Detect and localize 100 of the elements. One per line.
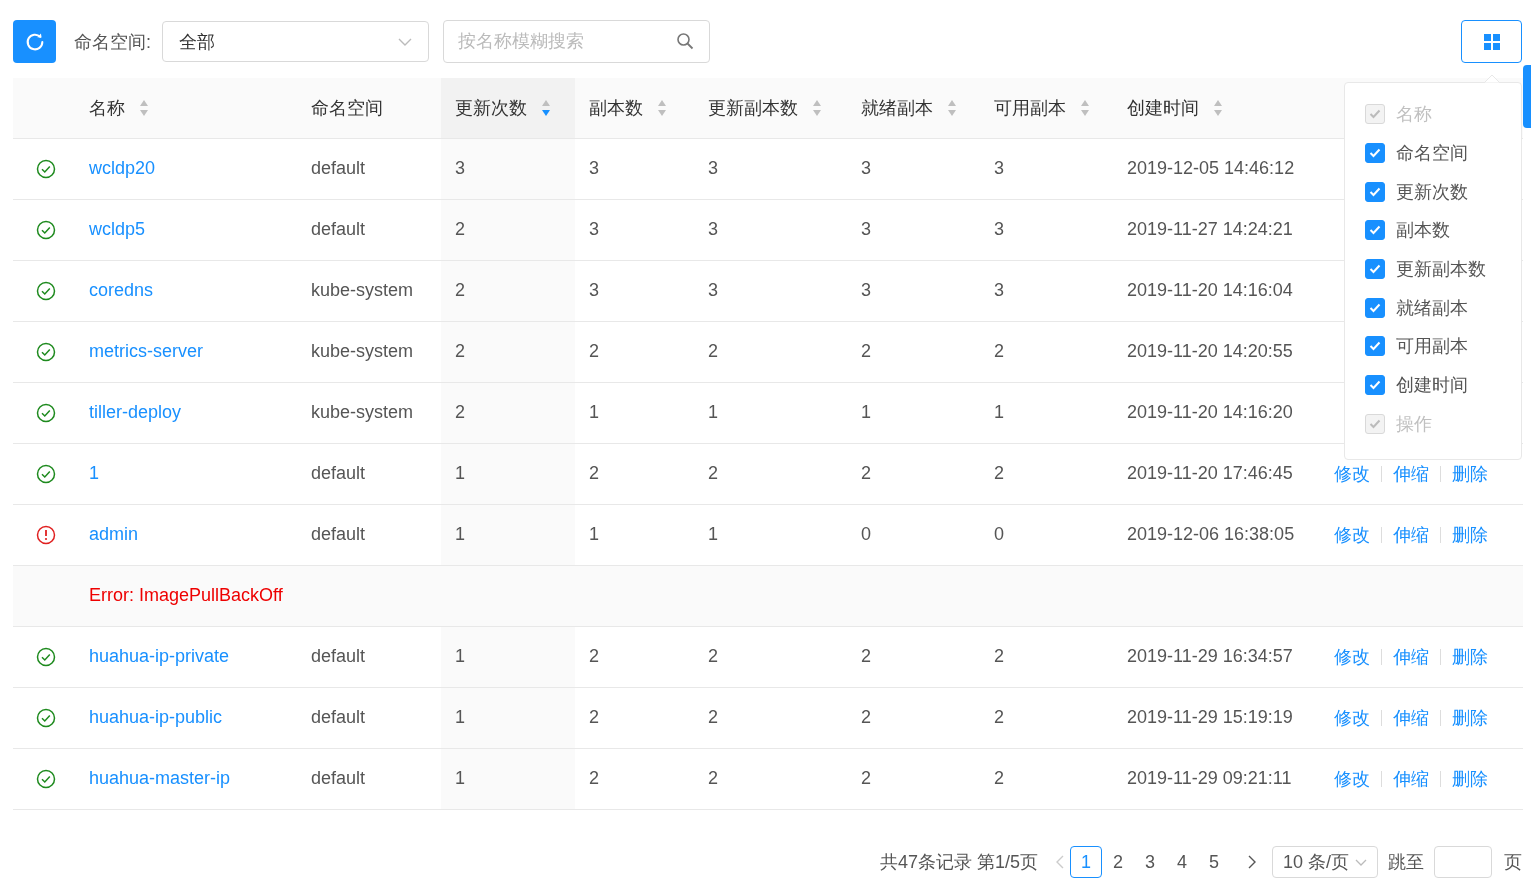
table-cell: 3 bbox=[847, 199, 980, 260]
column-header[interactable]: 就绪副本 bbox=[847, 78, 980, 138]
table-cell: 3 bbox=[980, 199, 1113, 260]
table-cell: 3 bbox=[847, 260, 980, 321]
column-option[interactable]: 副本数 bbox=[1365, 211, 1521, 250]
table-cell: 2019-11-29 09:21:11 bbox=[1113, 748, 1320, 809]
deployment-name-link[interactable]: 1 bbox=[89, 463, 99, 483]
search-field[interactable]: 按名称模糊搜索 bbox=[443, 20, 710, 63]
page-button[interactable]: 5 bbox=[1197, 846, 1230, 878]
deployment-name-link[interactable]: metrics-server bbox=[89, 341, 203, 361]
table-cell: 3 bbox=[847, 138, 980, 199]
table-cell: 3 bbox=[575, 199, 694, 260]
deployment-name-link[interactable]: admin bbox=[89, 524, 139, 544]
table-cell: 2 bbox=[847, 687, 980, 748]
action-link[interactable]: 修改 bbox=[1334, 705, 1370, 730]
deployment-name-link[interactable]: wcldp20 bbox=[89, 158, 156, 178]
action-link[interactable]: 修改 bbox=[1334, 461, 1370, 486]
table-cell: 2 bbox=[575, 626, 694, 687]
checkmark-icon bbox=[1369, 225, 1381, 236]
table-cell: 2 bbox=[575, 321, 694, 382]
action-link[interactable]: 删除 bbox=[1452, 461, 1488, 486]
deployment-name-link[interactable]: huahua-master-ip bbox=[89, 768, 231, 788]
action-link[interactable]: 删除 bbox=[1452, 705, 1488, 730]
sort-icon[interactable] bbox=[947, 98, 957, 117]
column-header[interactable]: 更新次数 bbox=[441, 78, 575, 138]
page-button[interactable]: 4 bbox=[1165, 846, 1198, 878]
table-cell: 1 bbox=[441, 687, 575, 748]
checkbox[interactable] bbox=[1365, 259, 1385, 280]
deployment-name-link[interactable]: huahua-ip-public bbox=[89, 707, 223, 727]
column-header[interactable]: 副本数 bbox=[575, 78, 694, 138]
column-header[interactable]: 可用副本 bbox=[980, 78, 1113, 138]
action-link[interactable]: 伸缩 bbox=[1393, 705, 1429, 730]
action-link[interactable]: 伸缩 bbox=[1393, 644, 1429, 669]
column-header[interactable]: 更新副本数 bbox=[694, 78, 847, 138]
table-cell: 3 bbox=[694, 260, 847, 321]
table-cell: 2 bbox=[694, 443, 847, 504]
action-link[interactable]: 修改 bbox=[1334, 766, 1370, 791]
action-link[interactable]: 伸缩 bbox=[1393, 766, 1429, 791]
namespace-label: 命名空间: bbox=[74, 30, 151, 54]
deployment-name-link[interactable]: wcldp5 bbox=[89, 219, 146, 239]
table-cell: 2 bbox=[980, 321, 1113, 382]
column-header[interactable]: 创建时间 bbox=[1113, 78, 1320, 138]
namespace-select[interactable]: 全部 bbox=[162, 21, 429, 62]
deployment-name-link[interactable]: huahua-ip-private bbox=[89, 646, 230, 666]
deployment-name-link[interactable]: tiller-deploy bbox=[89, 402, 182, 422]
table-cell: 2 bbox=[441, 260, 575, 321]
column-option[interactable]: 更新次数 bbox=[1365, 172, 1521, 212]
sort-icon[interactable] bbox=[812, 98, 822, 117]
columns-button[interactable] bbox=[1461, 20, 1522, 63]
checkbox[interactable] bbox=[1365, 220, 1385, 241]
action-link[interactable]: 伸缩 bbox=[1393, 461, 1429, 486]
table-cell: 2019-12-06 16:38:05 bbox=[1113, 504, 1320, 565]
sort-icon[interactable] bbox=[1213, 98, 1223, 117]
deployment-name-link[interactable]: coredns bbox=[89, 280, 154, 300]
table-cell: 2 bbox=[694, 321, 847, 382]
page-size-select[interactable]: 10 条/页 bbox=[1271, 846, 1378, 878]
table-cell: 2 bbox=[575, 443, 694, 504]
table-cell: 3 bbox=[694, 199, 847, 260]
table-cell: 2019-11-20 14:16:20 bbox=[1113, 382, 1320, 443]
action-link[interactable]: 删除 bbox=[1452, 766, 1488, 791]
column-option[interactable]: 命名空间 bbox=[1365, 133, 1521, 173]
checkbox[interactable] bbox=[1365, 375, 1385, 396]
table-cell: 1 bbox=[694, 382, 847, 443]
column-option[interactable]: 创建时间 bbox=[1365, 365, 1521, 405]
table-cell: 2 bbox=[980, 626, 1113, 687]
sort-icon[interactable] bbox=[657, 98, 667, 117]
action-link[interactable]: 修改 bbox=[1334, 644, 1370, 669]
table-cell: 1 bbox=[575, 382, 694, 443]
checkmark-icon bbox=[1369, 264, 1381, 275]
action-link[interactable]: 删除 bbox=[1452, 522, 1488, 547]
sort-icon[interactable] bbox=[1080, 98, 1090, 117]
action-link[interactable]: 删除 bbox=[1452, 644, 1488, 669]
table-cell: 2 bbox=[980, 748, 1113, 809]
error-message: Error: ImagePullBackOff bbox=[89, 585, 283, 605]
chevron-down-icon bbox=[398, 37, 412, 46]
table-cell: 0 bbox=[847, 504, 980, 565]
table-cell: 3 bbox=[575, 260, 694, 321]
checkbox[interactable] bbox=[1365, 143, 1385, 164]
checkbox[interactable] bbox=[1365, 297, 1385, 318]
table-cell: 2 bbox=[575, 687, 694, 748]
page-button[interactable]: 1 bbox=[1069, 846, 1102, 878]
sort-icon[interactable] bbox=[541, 98, 551, 117]
column-option[interactable]: 更新副本数 bbox=[1365, 249, 1521, 289]
table-cell: 1 bbox=[847, 382, 980, 443]
page-jump-field[interactable] bbox=[1434, 846, 1492, 878]
table-cell: 2019-11-20 14:20:55 bbox=[1113, 321, 1320, 382]
column-header[interactable]: 名称 bbox=[75, 78, 297, 138]
sort-icon[interactable] bbox=[139, 98, 149, 117]
action-link[interactable]: 伸缩 bbox=[1393, 522, 1429, 547]
checkmark-icon bbox=[1369, 380, 1381, 391]
checkbox[interactable] bbox=[1365, 336, 1385, 357]
column-option[interactable]: 就绪副本 bbox=[1365, 288, 1521, 328]
table-cell: 2019-11-27 14:24:21 bbox=[1113, 199, 1320, 260]
page-button[interactable]: 3 bbox=[1133, 846, 1166, 878]
page-button[interactable]: 2 bbox=[1101, 846, 1134, 878]
action-link[interactable]: 修改 bbox=[1334, 522, 1370, 547]
side-handle[interactable] bbox=[1523, 65, 1531, 128]
checkbox[interactable] bbox=[1365, 181, 1385, 202]
column-option[interactable]: 可用副本 bbox=[1365, 327, 1521, 366]
refresh-button[interactable] bbox=[13, 20, 56, 63]
